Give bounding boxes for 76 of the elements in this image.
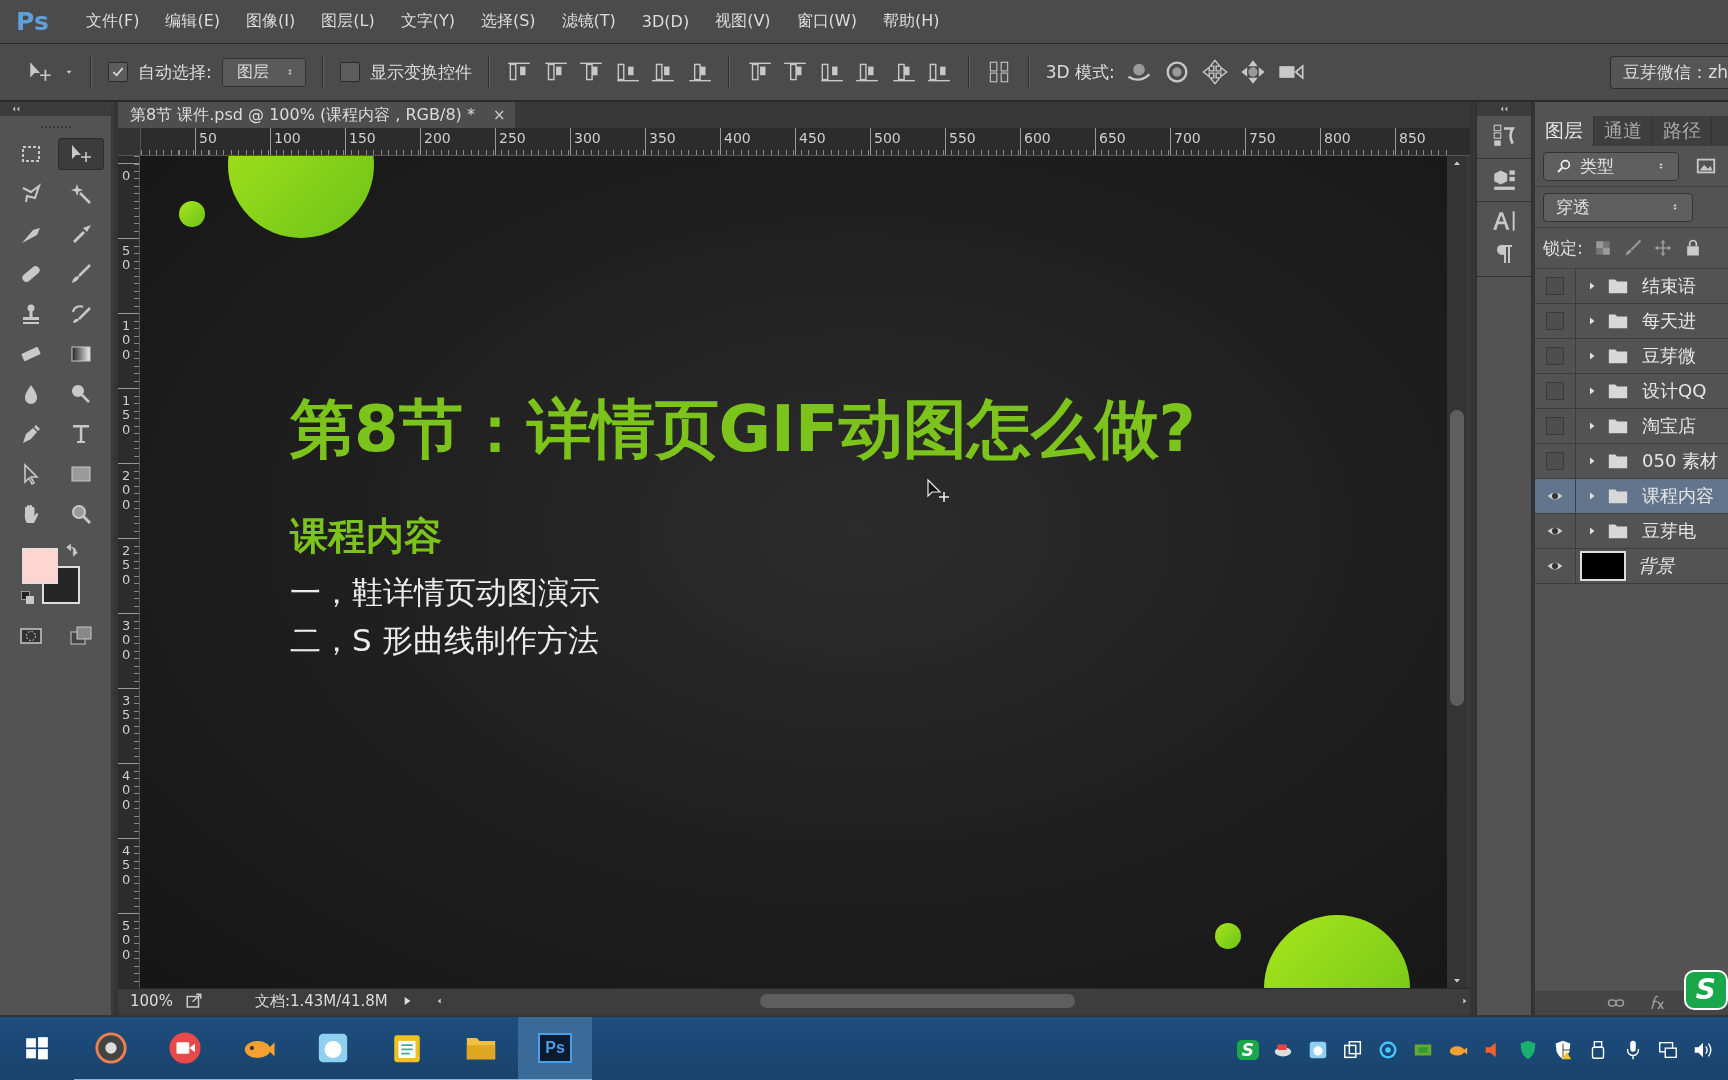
input-method-badge[interactable]: S bbox=[1683, 970, 1728, 1010]
target-dropdown[interactable]: 图层 bbox=[221, 57, 306, 87]
app-logo: Ps bbox=[15, 7, 50, 36]
taskbar-button[interactable]: Ps bbox=[518, 1017, 592, 1080]
layer-row[interactable]: 背景 bbox=[1535, 549, 1728, 584]
checkbox[interactable] bbox=[339, 62, 360, 82]
collapse-icon[interactable] bbox=[1498, 104, 1510, 114]
document-info: 文档:1.43M/41.8M bbox=[254, 991, 388, 1011]
section-heading: 课程内容 bbox=[290, 513, 442, 560]
menu-item[interactable]: 视图(V) bbox=[702, 5, 784, 38]
input-method-badge[interactable]: S bbox=[1236, 1039, 1259, 1060]
layer-row[interactable]: 课程内容 bbox=[1535, 479, 1728, 514]
layer-name: 每天进 bbox=[1642, 309, 1696, 333]
layer-name: 课程内容 bbox=[1642, 484, 1714, 508]
list-item: 二，S 形曲线制作方法 bbox=[290, 621, 599, 660]
menu-item[interactable]: 选择(S) bbox=[467, 5, 549, 38]
menu-item[interactable]: 滤镜(T) bbox=[548, 5, 629, 38]
disc-icon bbox=[94, 1031, 128, 1065]
mode-label: 3D 模式: bbox=[1045, 60, 1115, 84]
close-button[interactable]: × bbox=[492, 106, 506, 124]
swap-icon[interactable] bbox=[63, 542, 80, 558]
screen-mode-icon[interactable] bbox=[68, 624, 93, 648]
menu-item[interactable]: 3D(D) bbox=[628, 6, 703, 37]
history-icon[interactable] bbox=[1491, 122, 1517, 148]
menu-item[interactable]: 窗口(W) bbox=[783, 5, 870, 38]
vertical-ruler: 0 50 100 150 200 250 300 350 400 450 500 bbox=[118, 156, 140, 988]
filter-dropdown[interactable]: 类型 bbox=[1543, 151, 1679, 181]
workspace-button[interactable]: 豆芽微信：zh bbox=[1610, 55, 1728, 89]
camera-icon bbox=[168, 1031, 202, 1065]
checkbox[interactable] bbox=[108, 62, 128, 82]
menu-item[interactable]: 文件(F) bbox=[72, 5, 153, 38]
menu-item[interactable]: 编辑(E) bbox=[152, 5, 234, 38]
cursor-icon bbox=[926, 478, 952, 504]
checkbox-label: 自动选择: bbox=[138, 60, 212, 84]
scrollbar-thumb[interactable] bbox=[1450, 410, 1464, 706]
windows-icon bbox=[24, 1035, 50, 1061]
layer-name: 豆芽电 bbox=[1642, 519, 1696, 543]
lock-label: 锁定: bbox=[1543, 236, 1583, 260]
list-item: 一，鞋详情页动图演示 bbox=[290, 573, 600, 612]
menu-item[interactable]: 图像(I) bbox=[233, 5, 309, 38]
export-icon[interactable] bbox=[184, 992, 203, 1010]
layer-name: 淘宝店 bbox=[1642, 414, 1696, 438]
layer-row[interactable]: 设计QQ bbox=[1535, 374, 1728, 409]
menu-item[interactable]: 文字(Y) bbox=[387, 5, 468, 38]
move-icon[interactable] bbox=[1652, 238, 1673, 258]
panel-tab[interactable]: 路径 bbox=[1653, 116, 1712, 146]
slide-title: 第8节：详情页GIF动图怎么做? bbox=[290, 391, 1196, 468]
blend-mode-dropdown[interactable]: 穿透 bbox=[1543, 192, 1693, 222]
layer-row[interactable]: 每天进 bbox=[1535, 304, 1728, 339]
layer-name: 050 素材 bbox=[1642, 449, 1719, 473]
layer-name: 背景 bbox=[1638, 554, 1674, 578]
pan-icon[interactable] bbox=[1200, 58, 1229, 86]
layer-row[interactable]: 豆芽微 bbox=[1535, 339, 1728, 374]
menu-item[interactable]: 图层(L) bbox=[308, 5, 388, 38]
search-icon bbox=[1556, 158, 1572, 174]
document-tab[interactable]: 第8节 课件.psd @ 100% (课程内容 , RGB/8) * × bbox=[118, 102, 516, 128]
layer-row[interactable]: 结束语 bbox=[1535, 269, 1728, 304]
layer-name: 豆芽微 bbox=[1642, 344, 1696, 368]
scrollbar-thumb[interactable] bbox=[759, 994, 1075, 1008]
layer-name: 结束语 bbox=[1642, 274, 1696, 298]
panel-tab[interactable]: 通道 bbox=[1594, 116, 1653, 146]
windows-stack-icon[interactable] bbox=[1342, 1038, 1364, 1061]
default-colors-icon[interactable] bbox=[19, 590, 36, 606]
color-swatches[interactable] bbox=[21, 548, 78, 604]
zoom-level[interactable]: 100% bbox=[130, 992, 173, 1010]
circle-decoration bbox=[1215, 923, 1241, 949]
layer-thumbnail bbox=[1580, 551, 1626, 581]
menu-item[interactable]: 帮助(H) bbox=[869, 5, 953, 38]
character-icon[interactable] bbox=[1491, 208, 1517, 234]
layer-name: 设计QQ bbox=[1642, 379, 1707, 403]
panel-tab[interactable]: 图层 bbox=[1535, 116, 1594, 146]
layer-row[interactable]: 豆芽电 bbox=[1535, 514, 1728, 549]
layer-row[interactable]: 淘宝店 bbox=[1535, 409, 1728, 444]
circle-decoration bbox=[179, 201, 205, 227]
collapse-icon[interactable] bbox=[10, 104, 22, 114]
checkbox-label: 显示变换控件 bbox=[369, 60, 472, 84]
